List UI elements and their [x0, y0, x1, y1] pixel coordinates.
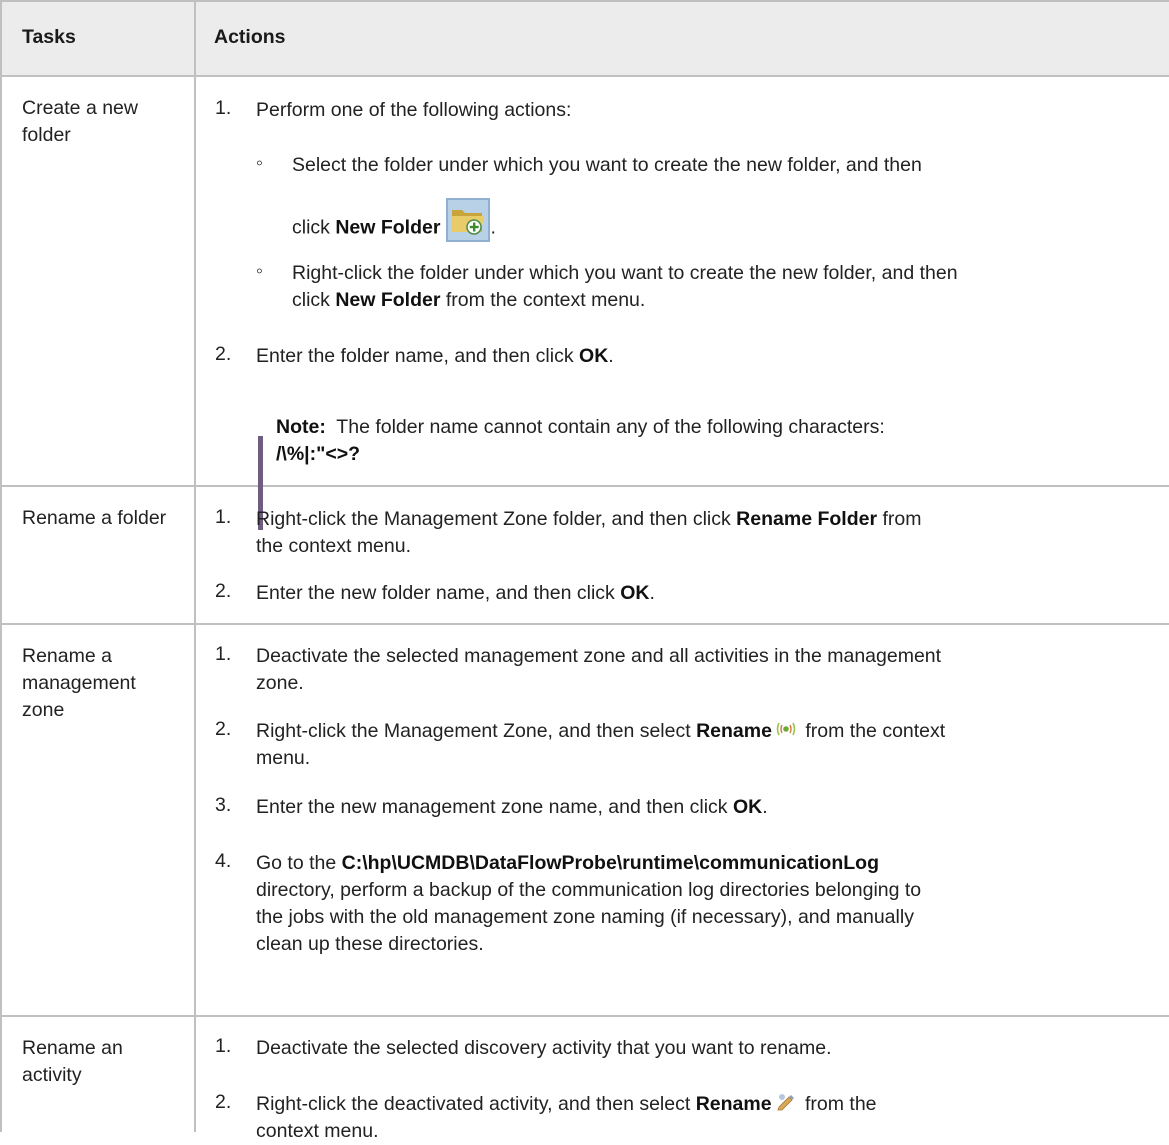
header-tasks: Tasks	[22, 26, 76, 48]
step-text-line2: directory, perform a backup of the commu…	[256, 879, 922, 901]
ui-term: OK	[620, 582, 650, 604]
ui-term: OK	[732, 796, 763, 818]
table-border-left	[0, 0, 2, 1132]
step-text: Right-click the deactivated activity, an…	[256, 1091, 1156, 1120]
step-number: 2.	[215, 1091, 232, 1113]
bullet-text: Select the folder under which you want t…	[292, 154, 922, 176]
step-text: Right-click the Management Zone, and the…	[256, 718, 1156, 747]
step-text-line2: the context menu.	[256, 535, 412, 557]
step-text-line4: clean up these directories.	[256, 933, 484, 955]
step-number: 4.	[215, 850, 232, 872]
ui-term: New Folder	[335, 216, 441, 239]
step-text: Perform one of the following actions:	[256, 99, 572, 121]
bullet-marker: ◦	[256, 260, 263, 282]
new-folder-icon	[446, 198, 491, 259]
ui-term: Rename	[696, 720, 772, 742]
step-text: Deactivate the selected discovery activi…	[256, 1037, 832, 1059]
step-text: Enter the new folder name, and then clic…	[256, 582, 655, 604]
task-rename-folder: Rename a folder	[22, 507, 167, 529]
step-text: Enter the folder name, and then click OK…	[256, 345, 614, 367]
ui-term: Rename	[695, 1093, 772, 1115]
bullet-text-line2: click New Folder.	[292, 198, 1162, 259]
step-number: 1.	[215, 643, 232, 665]
step-text: Deactivate the selected management zone …	[256, 645, 942, 667]
row-divider	[0, 75, 1169, 77]
ui-term: C:\hp\UCMDB\DataFlowProbe\runtime\commun…	[341, 852, 879, 874]
bullet-text: Right-click the folder under which you w…	[292, 262, 958, 284]
note-text: Note: The folder name cannot contain any…	[276, 416, 885, 438]
bullet-text-line2: click New Folder from the context menu.	[292, 289, 646, 311]
step-number: 2.	[215, 580, 232, 602]
ui-term: OK	[579, 345, 609, 367]
step-text-line2: zone.	[256, 672, 304, 694]
step-number: 1.	[215, 1035, 232, 1057]
header-actions: Actions	[214, 26, 286, 48]
task-rename-activity: Rename an activity	[22, 1037, 123, 1086]
note-label: Note:	[276, 416, 326, 438]
row-divider	[0, 485, 1169, 487]
row-divider	[0, 1015, 1169, 1017]
ui-term: New Folder	[335, 289, 441, 311]
step-number: 2.	[215, 343, 232, 365]
step-text: Right-click the Management Zone folder, …	[256, 508, 922, 530]
row-divider	[0, 623, 1169, 625]
step-text-line3: the jobs with the old management zone na…	[256, 906, 914, 928]
bullet-marker: ◦	[256, 152, 263, 174]
table-header	[0, 0, 1169, 76]
step-number: 2.	[215, 718, 232, 740]
step-text: Go to the C:\hp\UCMDB\DataFlowProbe\runt…	[256, 852, 879, 874]
rename-zone-icon	[776, 719, 796, 747]
step-text: Enter the new management zone name, and …	[256, 796, 768, 818]
ui-term: Rename Folder	[736, 508, 878, 530]
note-chars: /\%|:"<>?	[276, 443, 361, 465]
step-number: 1.	[215, 97, 232, 119]
step-text-line2: menu.	[256, 747, 311, 769]
rename-activity-icon	[776, 1092, 796, 1120]
step-number: 3.	[215, 794, 232, 816]
step-number: 1.	[215, 506, 232, 528]
column-divider	[194, 0, 196, 1132]
task-rename-management-zone: Rename a management zone	[22, 645, 136, 721]
table-border-top	[0, 0, 1169, 2]
task-create-folder: Create a new folder	[22, 97, 138, 146]
